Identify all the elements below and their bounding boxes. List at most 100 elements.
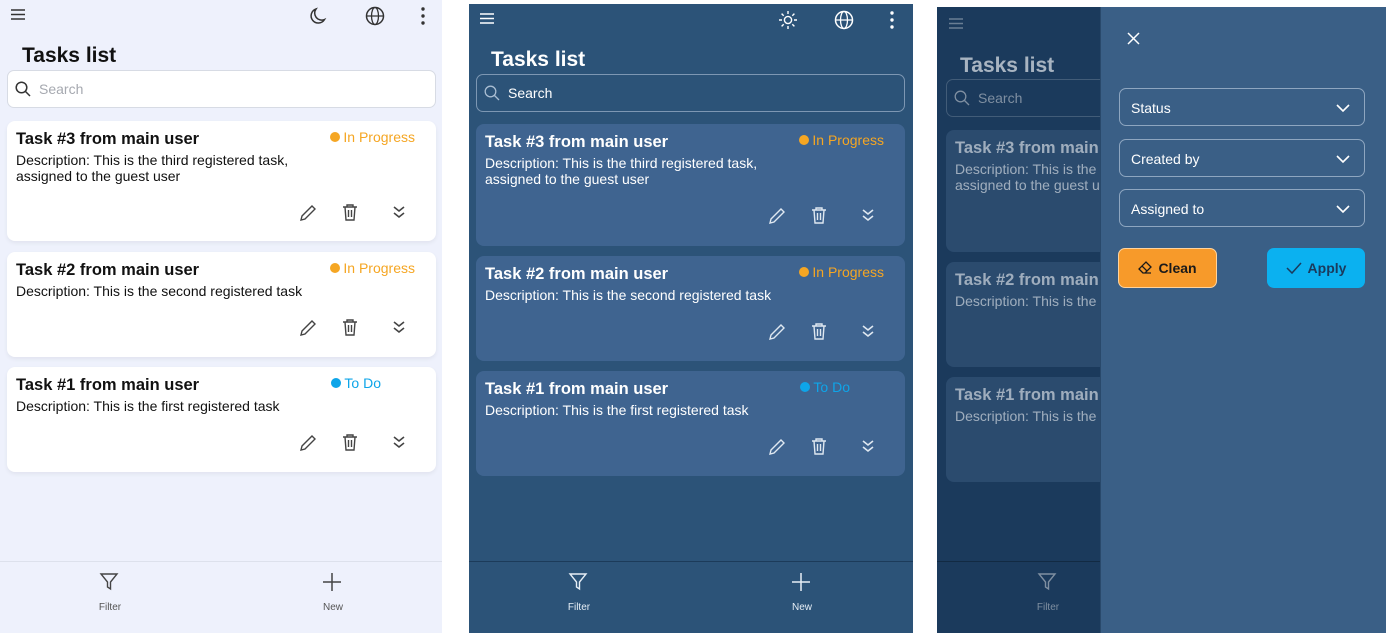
task-description: Description: This is the second register…: [16, 283, 303, 299]
status-label: To Do: [344, 375, 381, 391]
moon-icon[interactable]: [309, 6, 329, 26]
task-title: Task #1 from main user: [16, 376, 200, 394]
delete-icon[interactable]: [810, 437, 828, 455]
status-badge: To Do: [800, 379, 850, 395]
clean-button[interactable]: Clean: [1118, 248, 1217, 288]
task-card[interactable]: Task #2 from main user Description: This…: [476, 256, 905, 361]
task-title: Task #2 from main user: [16, 261, 200, 279]
search-placeholder: Search: [39, 81, 84, 97]
edit-icon[interactable]: [298, 203, 318, 223]
assigned-to-select[interactable]: Assigned to: [1119, 189, 1365, 227]
bottom-navigation: Filter New: [0, 561, 442, 633]
task-description: Description: This is the third registere…: [16, 152, 289, 184]
task-description: Description: This is the first registere…: [485, 402, 749, 418]
task-title: Task #2 from main user: [485, 265, 669, 283]
chevron-down-icon: [1336, 205, 1350, 214]
task-card[interactable]: Task #3 from main user Description: This…: [7, 121, 436, 241]
filter-label: Filter: [1036, 602, 1060, 613]
status-badge: In Progress: [799, 264, 884, 280]
filter-button[interactable]: Filter: [524, 562, 634, 633]
expand-icon[interactable]: [392, 205, 406, 219]
filter-label: Filter: [98, 602, 122, 613]
created-by-select[interactable]: Created by: [1119, 139, 1365, 177]
clean-label: Clean: [1158, 260, 1197, 276]
status-badge: In Progress: [799, 132, 884, 148]
task-description: Description: This is the first registere…: [16, 398, 280, 414]
task-card[interactable]: Task #1 from main user Description: This…: [7, 367, 436, 472]
status-dot: [799, 267, 810, 277]
edit-icon[interactable]: [767, 437, 787, 457]
status-select-label: Status: [1131, 100, 1171, 116]
status-select[interactable]: Status: [1119, 88, 1365, 126]
chevron-down-icon: [1336, 104, 1350, 113]
edit-icon[interactable]: [298, 318, 318, 338]
globe-icon[interactable]: [365, 6, 385, 26]
assigned-to-select-label: Assigned to: [1131, 201, 1205, 217]
expand-icon[interactable]: [392, 435, 406, 449]
menu-icon: [949, 18, 963, 29]
delete-icon[interactable]: [341, 203, 359, 221]
filter-icon: [1037, 573, 1057, 591]
filter-button[interactable]: Filter: [55, 562, 165, 633]
search-placeholder: Search: [978, 90, 1023, 106]
search-input[interactable]: Search: [7, 70, 436, 108]
task-description: Description: This is the third registere…: [485, 155, 758, 187]
more-vertical-icon[interactable]: [420, 6, 426, 26]
expand-icon[interactable]: [861, 208, 875, 222]
search-input[interactable]: Search: [476, 74, 905, 112]
plus-icon: [323, 573, 341, 591]
delete-icon[interactable]: [341, 433, 359, 451]
task-card[interactable]: Task #3 from main user Description: This…: [476, 124, 905, 246]
status-dot: [331, 378, 342, 388]
new-label: New: [791, 602, 812, 613]
edit-icon[interactable]: [767, 206, 787, 226]
apply-label: Apply: [1307, 260, 1347, 276]
expand-icon[interactable]: [392, 320, 406, 334]
filter-icon: [99, 573, 119, 591]
status-label: To Do: [813, 379, 850, 395]
search-placeholder: Search: [508, 85, 553, 101]
task-card[interactable]: Task #1 from main user Description: This…: [476, 371, 905, 476]
globe-icon[interactable]: [834, 10, 854, 30]
delete-icon[interactable]: [810, 322, 828, 340]
menu-icon[interactable]: [480, 13, 494, 24]
new-button[interactable]: New: [278, 562, 388, 633]
status-label: In Progress: [343, 260, 415, 276]
dark-theme-screen: Tasks list Search Task #3 from main user…: [469, 4, 913, 633]
task-description: Description: This is the second register…: [485, 287, 772, 303]
page-title: Tasks list: [960, 54, 1055, 77]
status-label: In Progress: [812, 264, 884, 280]
delete-icon[interactable]: [810, 206, 828, 224]
filter-drawer: Status Created by Assigned to Clean Appl…: [1100, 7, 1386, 633]
search-icon: [484, 85, 500, 101]
more-vertical-icon[interactable]: [889, 10, 895, 30]
light-theme-screen: Tasks list Search Task #3 from main user…: [0, 0, 442, 633]
filter-label: Filter: [567, 602, 591, 613]
expand-icon[interactable]: [861, 324, 875, 338]
status-label: In Progress: [812, 132, 884, 148]
task-title: Task #1 from main user: [485, 380, 669, 398]
task-card[interactable]: Task #2 from main user Description: This…: [7, 252, 436, 357]
edit-icon[interactable]: [767, 322, 787, 342]
search-icon: [954, 90, 970, 106]
task-title: Task #3 from main user: [16, 130, 200, 148]
filter-button: Filter: [993, 562, 1103, 633]
new-button[interactable]: New: [747, 562, 857, 633]
delete-icon[interactable]: [341, 318, 359, 336]
sun-icon[interactable]: [778, 10, 798, 30]
status-label: In Progress: [343, 129, 415, 145]
top-app-bar: [0, 0, 442, 34]
page-title: Tasks list: [22, 44, 117, 67]
filter-drawer-screen: Tasks list Search Task #3 from main user…: [937, 7, 1386, 633]
menu-icon[interactable]: [11, 9, 25, 20]
bottom-navigation: Filter New: [469, 561, 913, 633]
apply-button[interactable]: Apply: [1267, 248, 1365, 288]
edit-icon[interactable]: [298, 433, 318, 453]
task-title: Task #3 from main user: [485, 133, 669, 151]
close-icon[interactable]: [1127, 32, 1140, 45]
expand-icon[interactable]: [861, 439, 875, 453]
filter-icon: [568, 573, 588, 591]
search-icon: [15, 81, 31, 97]
status-dot: [799, 135, 810, 145]
status-badge: To Do: [331, 375, 381, 391]
